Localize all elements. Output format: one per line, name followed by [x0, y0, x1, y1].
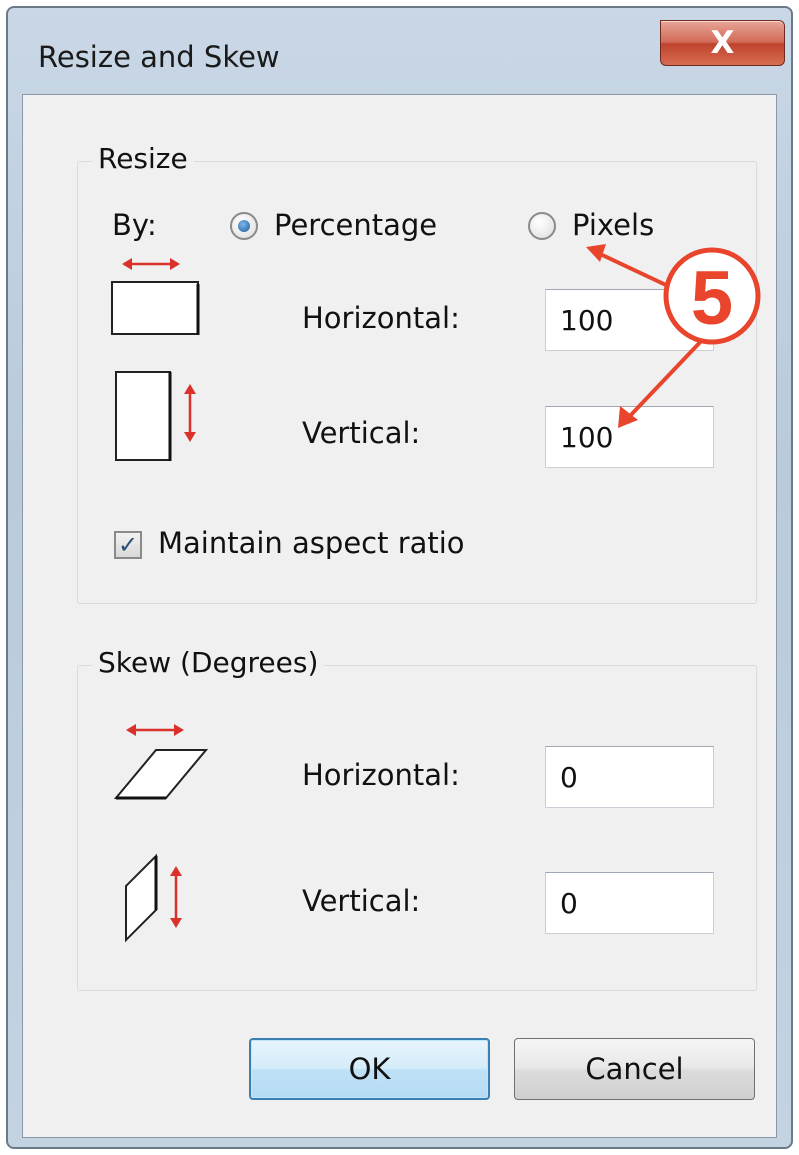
skew-horizontal-icon — [113, 724, 209, 800]
skew-group-legend: Skew (Degrees) — [92, 646, 325, 679]
percentage-radio[interactable] — [230, 212, 258, 240]
skew-vertical-input[interactable] — [545, 872, 714, 934]
pixels-radio[interactable] — [528, 212, 556, 240]
resize-vertical-icon — [115, 371, 196, 461]
close-icon: X — [710, 25, 735, 61]
cancel-button[interactable]: Cancel — [514, 1038, 755, 1100]
skew-vertical-label: Vertical: — [302, 884, 421, 918]
dialog-body: Resize By: Percentage Pixels Horizontal: — [22, 94, 777, 1138]
resize-group: Resize By: Percentage Pixels Horizontal: — [77, 142, 757, 604]
skew-horizontal-input[interactable] — [545, 746, 714, 808]
resize-horizontal-icon — [111, 258, 200, 335]
skew-horizontal-label: Horizontal: — [302, 758, 460, 792]
resize-group-legend: Resize — [92, 142, 194, 175]
percentage-label[interactable]: Percentage — [274, 208, 437, 242]
resize-vertical-label: Vertical: — [302, 416, 421, 450]
title-bar[interactable]: Resize and Skew X — [8, 8, 791, 92]
checkmark-icon: ✓ — [117, 531, 139, 559]
resize-and-skew-dialog: Resize and Skew X Resize By: Percentage … — [6, 6, 793, 1149]
by-label: By: — [112, 208, 157, 242]
maintain-aspect-ratio-label[interactable]: Maintain aspect ratio — [158, 526, 465, 560]
skew-vertical-icon — [125, 853, 182, 943]
window-title: Resize and Skew — [38, 40, 280, 74]
cancel-button-label: Cancel — [585, 1052, 684, 1086]
resize-horizontal-label: Horizontal: — [302, 301, 460, 335]
close-button[interactable]: X — [660, 20, 785, 66]
ok-button-label: OK — [348, 1052, 391, 1086]
resize-vertical-input[interactable] — [545, 406, 714, 468]
skew-group: Skew (Degrees) Horizontal: Vertical: — [77, 646, 757, 991]
maintain-aspect-ratio-checkbox[interactable]: ✓ — [114, 531, 142, 559]
resize-horizontal-input[interactable] — [545, 289, 714, 351]
pixels-label[interactable]: Pixels — [572, 208, 654, 242]
ok-button[interactable]: OK — [249, 1038, 490, 1100]
